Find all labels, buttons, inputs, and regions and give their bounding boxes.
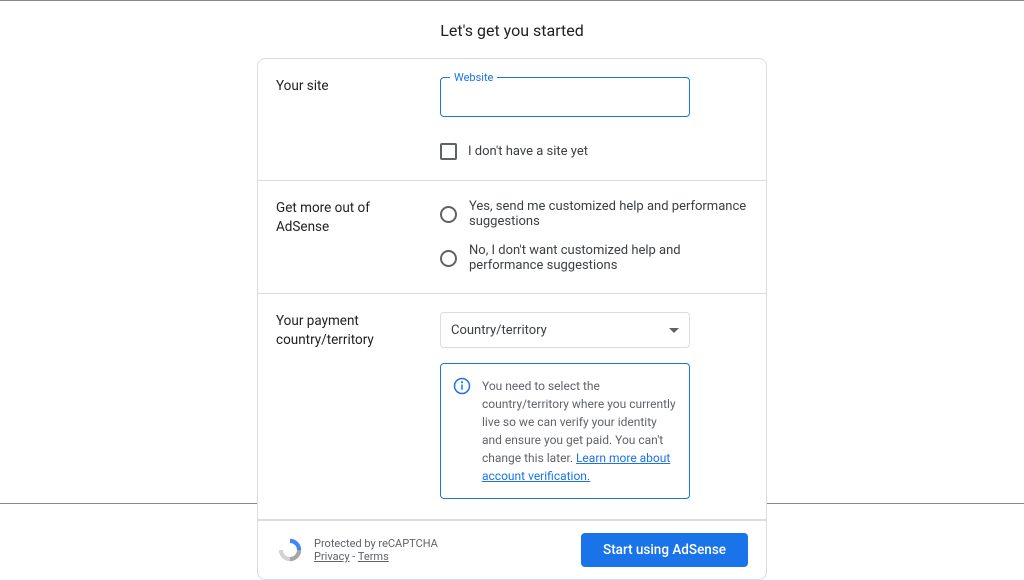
recaptcha-icon [276, 536, 304, 564]
website-field-wrapper: Website [440, 77, 690, 117]
info-icon [453, 377, 471, 395]
country-info-box: You need to select the country/territory… [440, 363, 690, 499]
link-separator: - [350, 550, 358, 563]
adsense-radio-yes[interactable] [440, 206, 457, 223]
country-section-label: Your payment country/territory [276, 312, 426, 499]
adsense-no-label: No, I don't want customized help and per… [469, 243, 748, 273]
site-section: Your site Website I don't have a site ye… [258, 59, 766, 181]
chevron-down-icon [669, 328, 679, 333]
info-text-container: You need to select the country/territory… [482, 377, 677, 485]
no-site-checkbox[interactable] [440, 143, 457, 160]
start-adsense-button[interactable]: Start using AdSense [581, 533, 748, 567]
adsense-section-label: Get more out of AdSense [276, 199, 426, 273]
adsense-radio-no[interactable] [440, 250, 457, 267]
country-section: Your payment country/territory Country/t… [258, 294, 766, 520]
adsense-section-body: Yes, send me customized help and perform… [440, 199, 748, 273]
privacy-link[interactable]: Privacy [314, 550, 350, 563]
adsense-yes-label: Yes, send me customized help and perform… [469, 199, 748, 229]
card-footer: Protected by reCAPTCHA Privacy - Terms S… [258, 520, 766, 579]
adsense-section: Get more out of AdSense Yes, send me cus… [258, 181, 766, 294]
country-select[interactable]: Country/territory [440, 312, 690, 348]
signup-card: Your site Website I don't have a site ye… [257, 58, 767, 580]
no-site-row: I don't have a site yet [440, 143, 748, 160]
site-section-body: Website I don't have a site yet [440, 77, 748, 160]
recaptcha-protected-label: Protected by reCAPTCHA [314, 537, 438, 550]
recaptcha-badge: Protected by reCAPTCHA Privacy - Terms [276, 536, 438, 564]
page-title: Let's get you started [0, 1, 1024, 58]
country-section-body: Country/territory You need to select the… [440, 312, 748, 499]
terms-link[interactable]: Terms [358, 550, 389, 563]
adsense-option-no-row: No, I don't want customized help and per… [440, 243, 748, 273]
adsense-option-yes-row: Yes, send me customized help and perform… [440, 199, 748, 229]
country-placeholder: Country/territory [451, 323, 547, 338]
recaptcha-text: Protected by reCAPTCHA Privacy - Terms [314, 537, 438, 563]
website-field-label: Website [450, 71, 497, 84]
no-site-label: I don't have a site yet [468, 144, 588, 159]
site-section-label: Your site [276, 77, 426, 160]
